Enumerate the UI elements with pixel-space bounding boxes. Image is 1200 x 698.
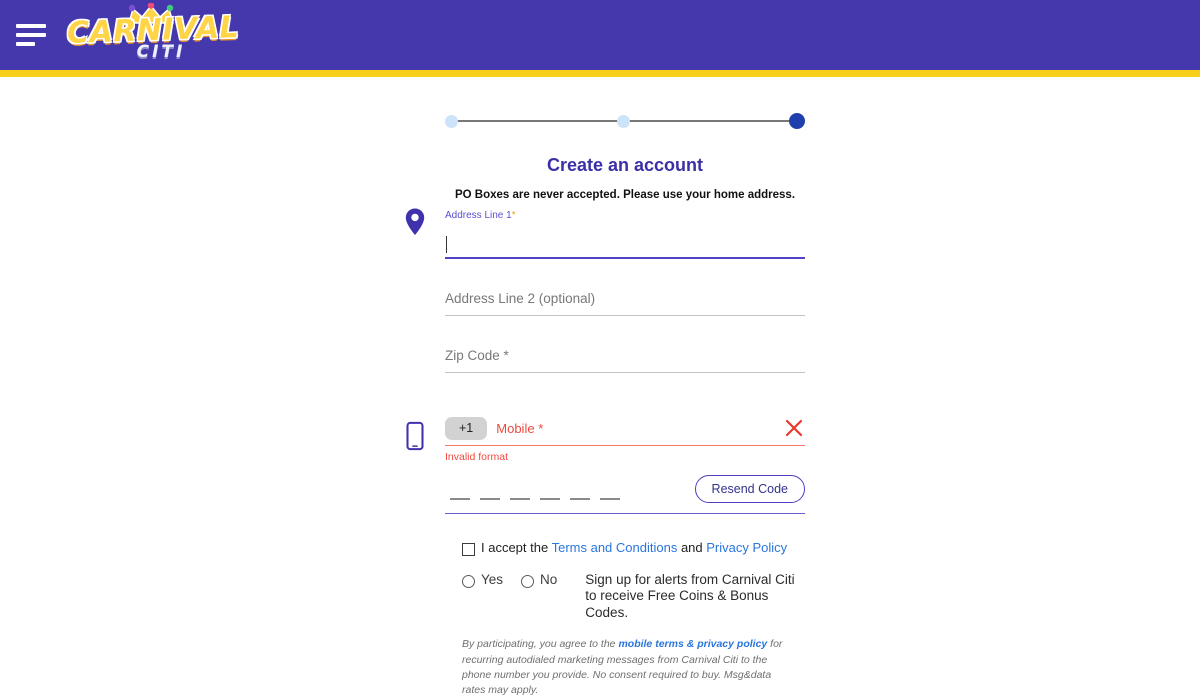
signup-form: Create an account PO Boxes are never acc… [405,77,805,698]
zip-code-underline [445,372,805,373]
accept-terms-row: I accept the Terms and Conditions and Pr… [462,540,797,556]
alerts-description: Sign up for alerts from Carnival Citi to… [585,572,795,620]
alerts-yes-label[interactable]: Yes [481,572,503,587]
address-line-1-label: Address Line 1* [445,210,516,221]
mobile-underline [445,445,805,446]
accept-join: and [677,540,707,555]
consent-section: I accept the Terms and Conditions and Pr… [462,540,797,698]
accept-terms-text: I accept the Terms and Conditions and Pr… [481,540,787,555]
logo-main-text: CARNIVAL [66,9,240,51]
country-code-badge[interactable]: +1 [445,417,488,440]
address-line-2-row: Address Line 2 (optional) [445,291,805,316]
alerts-no-label[interactable]: No [540,572,557,587]
zip-code-field[interactable]: Zip Code * [445,348,805,373]
page-title: Create an account [546,155,704,175]
fineprint-disclaimer: By participating, you agree to the mobil… [462,637,797,698]
accept-terms-checkbox[interactable] [462,543,475,556]
address-line-2-placeholder: Address Line 2 (optional) [445,291,596,306]
hamburger-menu-icon[interactable] [16,20,50,50]
privacy-policy-link[interactable]: Privacy Policy [706,540,787,555]
alerts-yes-radio[interactable] [462,575,475,588]
address-line-1-row: Address Line 1* [405,201,805,259]
otp-row-wrap: Resend Code [445,475,805,514]
progress-stepper [445,111,805,131]
otp-digit-3[interactable] [510,498,530,500]
otp-digit-4[interactable] [540,498,560,500]
zip-code-placeholder: Zip Code * [445,348,509,363]
terms-and-conditions-link[interactable]: Terms and Conditions [552,540,678,555]
zip-code-row: Zip Code * [445,348,805,373]
mobile-terms-privacy-link[interactable]: mobile terms & privacy policy [618,638,767,650]
otp-digit-6[interactable] [600,498,620,500]
mobile-label: Mobile * [496,421,544,436]
otp-digit-5[interactable] [570,498,590,500]
hamburger-bar-1 [16,24,46,28]
hamburger-bar-3 [16,42,35,46]
address-line-2-underline [445,315,805,316]
text-cursor [446,236,447,253]
step-dot-2[interactable] [617,114,630,128]
map-pin-icon [405,208,425,235]
accept-prefix: I accept the [481,540,552,555]
address-line-1-field[interactable]: Address Line 1* [445,201,805,259]
address-line-1-input[interactable] [445,231,805,259]
hamburger-bar-2 [16,33,46,37]
accent-stripe [0,70,1200,77]
step-dot-3[interactable] [789,113,805,129]
sms-alerts-row: Yes No Sign up for alerts from Carnival … [462,572,797,621]
step-dot-1[interactable] [445,114,458,128]
page-content: Create an account PO Boxes are never acc… [0,77,1200,698]
address-line-2-field[interactable]: Address Line 2 (optional) [445,291,805,316]
otp-input[interactable] [450,498,620,500]
otp-row: Resend Code [445,475,805,514]
carnival-citi-logo[interactable]: CARNIVAL CITI [66,3,240,63]
mobile-row: +1 Mobile * Invalid format [406,417,805,463]
site-header: CARNIVAL CITI [0,0,1200,70]
alerts-no-radio[interactable] [521,575,535,588]
mobile-field[interactable]: +1 Mobile * [445,417,805,445]
close-x-icon[interactable] [785,419,803,437]
otp-digit-1[interactable] [450,498,470,500]
required-asterisk: * [511,210,516,221]
mobile-phone-icon [406,421,424,451]
mobile-error-text: Invalid format [445,451,509,463]
po-box-notice: PO Boxes are never accepted. Please use … [454,189,796,201]
fineprint-pre: By participating, you agree to the [462,638,619,651]
resend-code-button[interactable]: Resend Code [694,475,805,503]
otp-digit-2[interactable] [480,498,500,500]
